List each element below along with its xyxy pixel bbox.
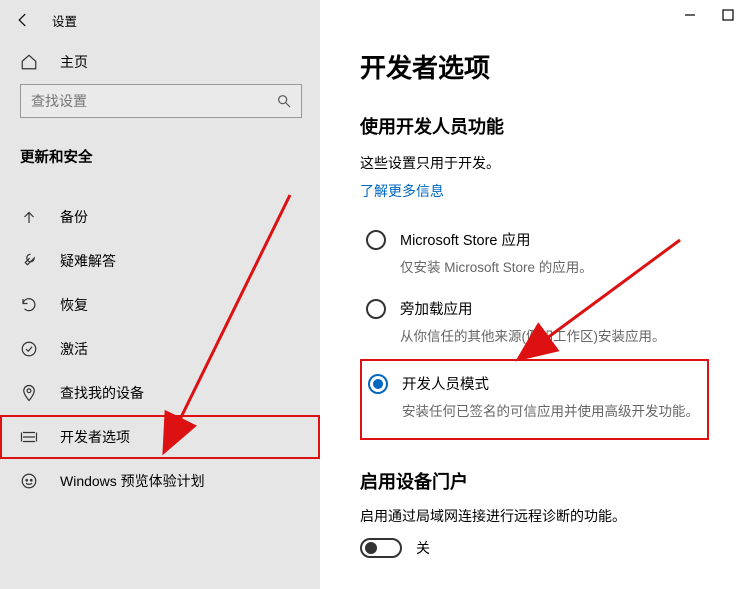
radio-icon bbox=[366, 299, 386, 319]
radio-desc: 安装任何已签名的可信应用并使用高级开发功能。 bbox=[402, 400, 699, 420]
sidebar-item-troubleshoot[interactable]: 疑难解答 bbox=[0, 239, 320, 283]
find-device-icon bbox=[20, 384, 38, 402]
titlebar: 设置 bbox=[0, 0, 320, 40]
section-title-features: 使用开发人员功能 bbox=[360, 113, 709, 139]
note-text: 这些设置只用于开发。 bbox=[360, 153, 709, 173]
radio-desc: 从你信任的其他来源(例如工作区)安装应用。 bbox=[400, 325, 666, 345]
home-label: 主页 bbox=[60, 52, 88, 72]
sidebar-item-label: 激活 bbox=[60, 339, 88, 359]
sidebar-item-developer[interactable]: 开发者选项 bbox=[0, 415, 320, 459]
window-controls bbox=[681, 0, 749, 30]
home-icon bbox=[20, 53, 38, 71]
group-title: 更新和安全 bbox=[0, 126, 320, 177]
sidebar-item-label: 疑难解答 bbox=[60, 251, 116, 271]
main-pane: 开发者选项 使用开发人员功能 这些设置只用于开发。 了解更多信息 Microso… bbox=[320, 0, 749, 589]
sidebar: 设置 主页 更新和安全 备份 bbox=[0, 0, 320, 589]
section-title-portal: 启用设备门户 bbox=[360, 468, 709, 494]
home-button[interactable]: 主页 bbox=[0, 40, 320, 84]
radio-group-dev-mode: Microsoft Store 应用 仅安装 Microsoft Store 的… bbox=[360, 221, 709, 440]
troubleshoot-icon bbox=[20, 252, 38, 270]
sidebar-item-find-device[interactable]: 查找我的设备 bbox=[0, 371, 320, 415]
radio-store-apps[interactable]: Microsoft Store 应用 仅安装 Microsoft Store 的… bbox=[360, 221, 709, 290]
sidebar-item-label: 恢复 bbox=[60, 295, 88, 315]
radio-icon bbox=[366, 230, 386, 250]
sidebar-item-label: 开发者选项 bbox=[60, 427, 130, 447]
search-box[interactable] bbox=[20, 84, 302, 118]
radio-sideload[interactable]: 旁加载应用 从你信任的其他来源(例如工作区)安装应用。 bbox=[360, 290, 709, 359]
sidebar-item-backup[interactable]: 备份 bbox=[0, 195, 320, 239]
recovery-icon bbox=[20, 296, 38, 314]
learn-more-link[interactable]: 了解更多信息 bbox=[360, 181, 709, 201]
insider-icon bbox=[20, 472, 38, 490]
search-input[interactable] bbox=[21, 93, 267, 109]
sidebar-item-label: 备份 bbox=[60, 207, 88, 227]
search-icon bbox=[267, 93, 301, 109]
backup-icon bbox=[20, 208, 38, 226]
sidebar-item-recovery[interactable]: 恢复 bbox=[0, 283, 320, 327]
sidebar-item-activate[interactable]: 激活 bbox=[0, 327, 320, 371]
page-title: 开发者选项 bbox=[360, 48, 709, 85]
radio-label: 开发人员模式 bbox=[402, 373, 699, 394]
nav-list: 备份 疑难解答 恢复 激活 bbox=[0, 195, 320, 503]
radio-developer-mode[interactable]: 开发人员模式 安装任何已签名的可信应用并使用高级开发功能。 bbox=[360, 359, 709, 440]
portal-toggle[interactable] bbox=[360, 538, 402, 558]
toggle-state-label: 关 bbox=[416, 538, 430, 558]
window-title: 设置 bbox=[52, 11, 77, 30]
minimize-button[interactable] bbox=[681, 6, 699, 24]
radio-desc: 仅安装 Microsoft Store 的应用。 bbox=[400, 256, 593, 276]
sidebar-item-label: 查找我的设备 bbox=[60, 383, 144, 403]
radio-icon bbox=[368, 374, 388, 394]
radio-label: Microsoft Store 应用 bbox=[400, 229, 593, 250]
portal-desc: 启用通过局域网连接进行远程诊断的功能。 bbox=[360, 506, 709, 526]
sidebar-item-insider[interactable]: Windows 预览体验计划 bbox=[0, 459, 320, 503]
maximize-button[interactable] bbox=[719, 6, 737, 24]
radio-label: 旁加载应用 bbox=[400, 298, 666, 319]
back-button[interactable] bbox=[12, 9, 34, 31]
activate-icon bbox=[20, 340, 38, 358]
developer-icon bbox=[20, 428, 38, 446]
sidebar-item-label: Windows 预览体验计划 bbox=[60, 471, 205, 491]
